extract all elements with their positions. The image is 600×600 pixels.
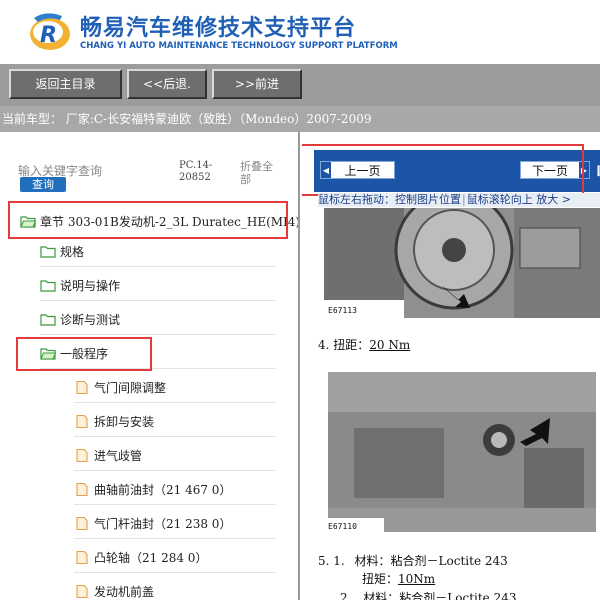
tree-folder-operations[interactable]: 说明与操作 [40,271,276,301]
tree-folder-label: 说明与操作 [60,279,121,293]
next-page-button[interactable]: 下一页 ▶ [520,161,590,179]
document-icon [76,551,88,564]
prev-page-label: 上一页 [344,163,381,178]
manual-page: E67113 4. 扭距：20 Nm E67110 5. 1. 材料：粘合剂－L… [318,208,600,600]
tree-item[interactable]: 拆卸与安装 [74,407,276,437]
cy-logo-icon: R [30,13,70,50]
tree-item-label: 曲轴前油封（21 467 0） [94,483,232,497]
step-5-material: 材料：粘合剂－Loctite 243 [354,554,508,568]
nav-edge-label: [质 [596,162,600,179]
step-4-torque-value: 20 Nm [369,338,411,352]
tree-item-label: 凸轮轴（21 284 0） [94,551,208,565]
tree-item-label: 气门间隙调整 [94,381,167,395]
prev-page-button[interactable]: ◀ 上一页 [320,161,395,179]
toolbar: 返回主目录 <<后退. >>前进 [0,64,600,106]
tree-item[interactable]: 气门杆油封（21 238 0） [74,509,276,539]
folder-open-icon [20,215,36,228]
tree-folder-label: 规格 [60,245,85,259]
search-area: 查询 PC.14-20852 折叠全部 [0,132,298,198]
step-5-torque-value: 10Nm [398,572,436,586]
document-icon [76,449,88,462]
home-button[interactable]: 返回主目录 [9,69,122,99]
tree-item[interactable]: 曲轴前油封（21 467 0） [74,475,276,505]
step-5-sub2-text: 材料：粘合剂－Loctite 243 [363,591,517,600]
next-page-label: 下一页 [531,163,568,178]
app-title: 畅易汽车维修技术支持平台 [80,16,357,41]
document-icon [76,517,88,530]
page-nav-bar: ◀ 上一页 下一页 ▶ [质 [314,150,600,192]
figure-1-image[interactable]: E67113 [324,208,600,318]
figure-2-id: E67110 [328,522,357,531]
pc-code-label: PC.14-20852 [179,160,213,183]
forward-button[interactable]: >>前进 [212,69,302,99]
document-viewer-pane: ◀ 上一页 下一页 ▶ [质 鼠标左右拖动：控制图片位置|鼠标滚轮向上 放大 > [302,132,600,600]
search-button[interactable]: 查询 [20,177,66,192]
tree-item-label: 拆卸与安装 [94,415,155,429]
tree-folder-label: 一般程序 [60,347,109,361]
back-button[interactable]: <<后退. [127,69,207,99]
tree-item-label: 进气歧管 [94,449,143,463]
tree-item[interactable]: 发动机前盖 [74,577,276,600]
tree-folder-label: 诊断与测试 [60,313,121,327]
engine-photo-1 [324,208,600,318]
folder-open-icon [40,348,56,360]
arrow-left-icon: ◀ [321,162,331,178]
figure-1-id: E67113 [328,306,357,315]
folder-icon [40,280,56,292]
step-5-num: 5. 1. [318,554,345,568]
folder-icon [40,314,56,326]
figure-2-image[interactable]: E67110 [324,368,600,542]
hint-zoom: 鼠标滚轮向上 放大 > [466,193,571,206]
tree-chapter-label: 章节 303-01B发动机-2_3L Duratec_HE(MI4) [40,214,300,229]
step-5-2: 2. 材料：粘合剂－Loctite 243 [340,589,517,600]
step-4-label: 4. 扭距： [318,338,370,352]
document-icon [76,381,88,394]
app-subtitle: CHANG YI AUTO MAINTENANCE TECHNOLOGY SUP… [80,41,398,51]
tree-item[interactable]: 进气歧管 [74,441,276,471]
svg-text:R: R [40,23,57,48]
step-5-torque-label: 扭矩： [362,572,399,586]
navigation-tree-pane: 查询 PC.14-20852 折叠全部 章节 303-01B发动机-2_3L D… [0,132,300,600]
folder-icon [40,246,56,258]
step-5-sub2-num: 2. [340,591,352,600]
step-5-torque: 扭矩：10Nm [362,570,435,587]
document-icon [76,483,88,496]
viewer-hint-bar: 鼠标左右拖动：控制图片位置|鼠标滚轮向上 放大 > [318,193,600,207]
tree-chapter[interactable]: 章节 303-01B发动机-2_3L Duratec_HE(MI4) [20,206,298,236]
document-icon [76,415,88,428]
tree-item-label: 发动机前盖 [94,585,155,599]
step-5-1: 5. 1. 材料：粘合剂－Loctite 243 [318,552,508,569]
tree-item[interactable]: 凸轮轴（21 284 0） [74,543,276,573]
hint-drag: 鼠标左右拖动：控制图片位置 [318,193,461,206]
app-header: R 畅易汽车维修技术支持平台 CHANG YI AUTO MAINTENANCE… [0,0,600,64]
arrow-right-icon: ▶ [579,162,589,178]
tree-item[interactable]: 气门间隙调整 [74,373,276,403]
tree-folder-diagnosis[interactable]: 诊断与测试 [40,305,276,335]
fold-all-button[interactable]: 折叠全部 [240,160,280,186]
tree-folder-specs[interactable]: 规格 [40,237,276,267]
tree-folder-general-procedures[interactable]: 一般程序 [40,339,276,369]
document-icon [76,585,88,598]
engine-photo-2 [324,368,600,542]
tree-item-label: 气门杆油封（21 238 0） [94,517,232,531]
step-4: 4. 扭距：20 Nm [318,336,410,353]
current-model-bar: 当前车型： 厂家:C-长安福特蒙迪欧（致胜）（Mondeo）2007-2009 [0,106,600,132]
